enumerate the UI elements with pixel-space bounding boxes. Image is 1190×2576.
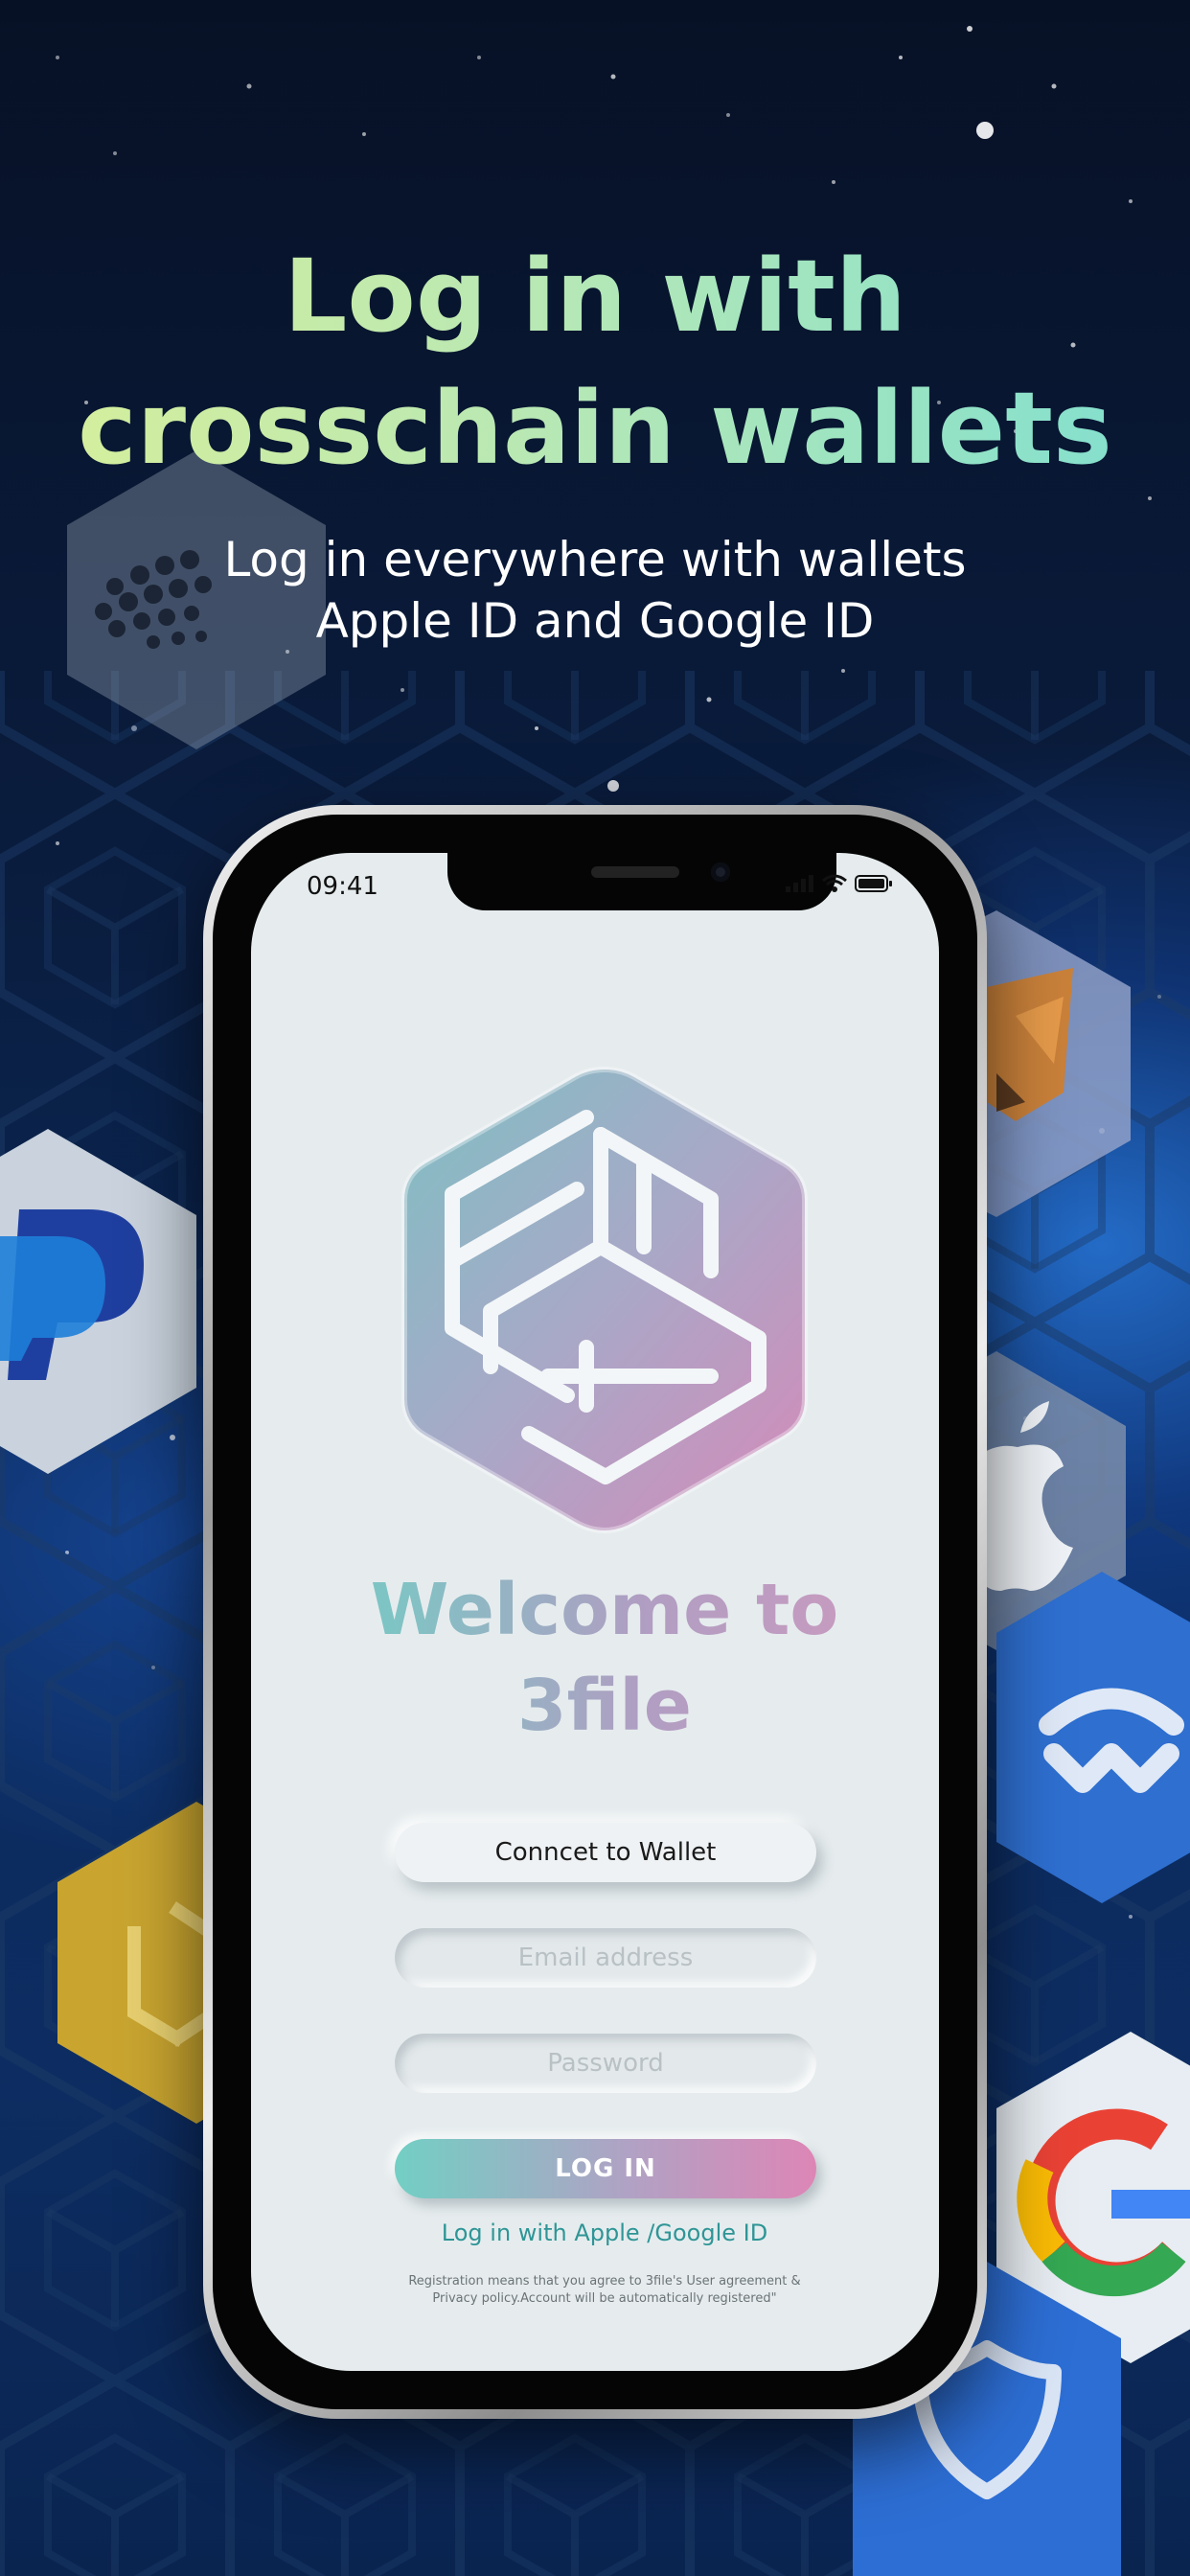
3file-hexagon-logo [401,1066,808,1533]
app-screen: 09:41 Welcome to 3file Conncet to Wallet… [251,853,939,2371]
connect-wallet-button[interactable]: Conncet to Wallet [395,1823,816,1882]
phone-bezel: 09:41 Welcome to 3file Conncet to Wallet… [213,815,977,2409]
apple-google-login-link[interactable]: Log in with Apple /Google ID [251,2220,939,2246]
front-camera [711,862,730,882]
promo-headline: Log in with crosschain wallets [0,230,1190,494]
walletconnect-icon [996,1572,1190,1903]
login-button[interactable]: LOG IN [395,2139,816,2198]
terms-line1: Registration means that you agree to 3fi… [408,2274,801,2288]
phone-notch [447,853,836,910]
promo-subtitle-line1: Log in everywhere with wallets [223,532,967,587]
email-field[interactable]: Email address [395,1928,816,1988]
signal-icon [786,875,813,892]
welcome-title-line2: 3file [251,1658,939,1754]
promo-subtitle: Log in everywhere with wallets Apple ID … [0,529,1190,652]
password-field[interactable]: Password [395,2034,816,2093]
battery-icon [855,875,892,892]
status-icons [786,874,893,893]
welcome-title-line1: Welcome to [251,1562,939,1658]
promo-subtitle-line2: Apple ID and Google ID [315,593,875,649]
terms-notice: Registration means that you agree to 3fi… [395,2273,814,2308]
promo-headline-line1: Log in with [284,238,906,355]
phone-mockup: 09:41 Welcome to 3file Conncet to Wallet… [203,805,987,2419]
terms-line2: Privacy policy.Account will be automatic… [432,2291,777,2306]
speaker-grille [591,866,679,878]
status-time: 09:41 [307,872,378,901]
promo-headline-line2: crosschain wallets [78,370,1112,487]
wifi-icon [822,874,847,892]
